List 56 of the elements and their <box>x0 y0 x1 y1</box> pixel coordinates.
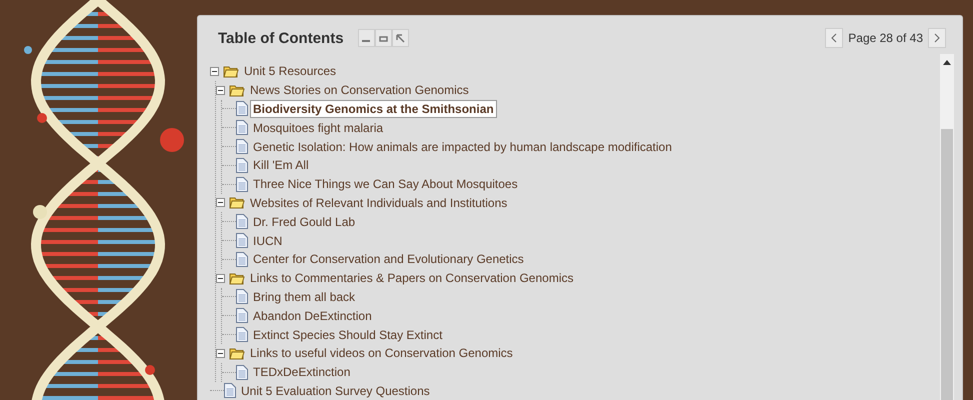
tree-folder-label[interactable]: News Stories on Conservation Genomics <box>247 81 472 100</box>
document-icon <box>224 383 236 398</box>
minimize-icon <box>362 40 370 42</box>
folder-icon <box>229 346 245 360</box>
scroll-up-icon[interactable] <box>943 60 951 65</box>
document-icon <box>236 233 248 248</box>
folder-icon <box>229 272 245 285</box>
chevron-left-icon <box>831 33 838 43</box>
collapse-toggle[interactable] <box>216 198 225 208</box>
tree-page-link[interactable]: Biodiversity Genomics at the Smithsonian <box>250 100 497 118</box>
document-icon <box>236 214 248 230</box>
collapse-toggle[interactable] <box>216 348 225 358</box>
tree-folder-label[interactable]: Unit 5 Resources <box>241 62 340 80</box>
scrollbar-thumb[interactable] <box>941 129 953 400</box>
collapse-toggle[interactable] <box>216 86 225 95</box>
folder-icon <box>223 64 239 78</box>
maximize-button[interactable] <box>374 29 392 47</box>
tree-page-link[interactable]: IUCN <box>250 232 286 250</box>
pop-out-button[interactable] <box>392 29 409 47</box>
tree-page-link[interactable]: Three Nice Things we Can Say About Mosquitoes <box>250 175 521 194</box>
tree-folder-label[interactable]: Links to useful videos on Conservation Genomics <box>247 344 516 362</box>
panel-title: Table of Contents <box>218 30 344 46</box>
tree-page-link[interactable]: Genetic Isolation: How animals are impacted by human landscape modification <box>250 138 675 156</box>
document-icon <box>236 158 248 173</box>
tree-page-link[interactable]: TEDxDeExtinction <box>250 363 354 382</box>
scrollbar[interactable] <box>940 54 954 400</box>
previous-page-button[interactable] <box>825 28 844 48</box>
document-icon <box>236 252 248 267</box>
tree-page-link[interactable]: Bring them all back <box>250 288 358 306</box>
tree-page-link[interactable]: Center for Conservation and Evolutionary Genetics <box>250 250 527 268</box>
folder-icon <box>229 196 245 210</box>
tree-folder-label[interactable]: Links to Commentaries & Papers on Conservation Genomics <box>247 269 576 288</box>
tree-page-link[interactable]: Mosquitoes fight malaria <box>250 118 386 137</box>
tree-page-link[interactable]: Abandon DeExtinction <box>250 306 375 325</box>
document-icon <box>236 364 248 380</box>
maximize-icon <box>378 34 388 42</box>
tree-page-link[interactable]: Unit 5 Evaluation Survey Questions <box>238 382 433 400</box>
diagonal-arrow-icon <box>395 33 406 43</box>
document-icon <box>236 176 248 192</box>
tree-page-link[interactable]: Kill 'Em All <box>250 156 312 174</box>
document-icon <box>236 289 248 304</box>
collapse-toggle[interactable] <box>210 66 219 76</box>
page-indicator: Page 28 of 43 <box>848 31 923 45</box>
tree-page-link[interactable]: Dr. Fred Gould Lab <box>250 212 358 231</box>
chevron-right-icon <box>934 33 940 43</box>
document-icon <box>236 101 248 116</box>
tree-folder-label[interactable]: Websites of Relevant Individuals and Institutions <box>247 194 510 212</box>
minimize-button[interactable] <box>358 29 375 47</box>
document-icon <box>236 139 248 154</box>
collapse-toggle[interactable] <box>216 274 225 283</box>
document-icon <box>236 308 248 324</box>
next-page-button[interactable] <box>928 28 946 48</box>
document-icon <box>236 120 248 136</box>
folder-icon <box>229 84 245 97</box>
tree-page-link[interactable]: Extinct Species Should Stay Extinct <box>250 326 446 344</box>
document-icon <box>236 327 248 342</box>
